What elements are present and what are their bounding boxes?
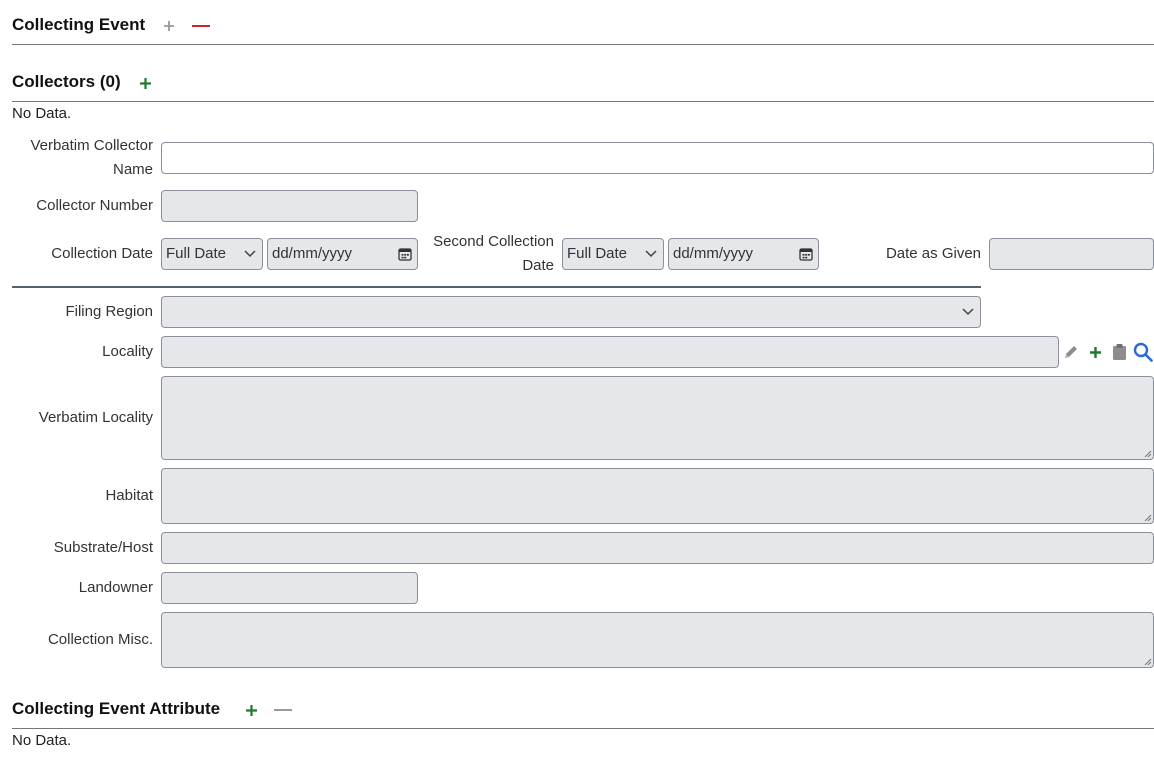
plus-icon: [245, 704, 257, 716]
edit-locality-button[interactable]: [1061, 342, 1081, 362]
collector-number-label: Collector Number: [36, 197, 153, 214]
collectors-no-data: No Data.: [12, 105, 72, 122]
habitat-textarea[interactable]: [161, 468, 1154, 524]
plus-icon: [139, 77, 151, 89]
collection-date-input[interactable]: dd/mm/yyyy: [267, 238, 418, 270]
search-icon: [1133, 342, 1153, 362]
divider: [12, 101, 1154, 102]
chevron-down-icon: [244, 239, 256, 269]
date-as-given-label: Date as Given: [885, 245, 981, 262]
verbatim-collector-name-label: Verbatim Collector Name: [30, 137, 153, 178]
resize-handle-icon[interactable]: [1144, 658, 1152, 666]
chevron-down-icon: [645, 239, 657, 269]
remove-collecting-event-button[interactable]: [190, 17, 212, 35]
collecting-event-attribute-title: Collecting Event Attribute: [12, 699, 221, 718]
collection-date-precision-select[interactable]: Full Date: [161, 238, 263, 270]
date-as-given-input[interactable]: [989, 238, 1154, 270]
collection-misc-textarea[interactable]: [161, 612, 1154, 668]
second-collection-date-label: Second Collection Date: [433, 233, 554, 274]
clipboard-icon: [1112, 344, 1126, 360]
minus-icon: [274, 709, 292, 711]
calendar-icon[interactable]: [799, 239, 813, 269]
plus-icon: [1089, 346, 1101, 358]
search-locality-button[interactable]: [1132, 341, 1154, 363]
add-collector-button[interactable]: [137, 74, 153, 92]
second-collection-date-input[interactable]: dd/mm/yyyy: [668, 238, 819, 270]
verbatim-collector-name-input[interactable]: [161, 142, 1154, 174]
paste-locality-button[interactable]: [1109, 342, 1129, 362]
filing-region-select[interactable]: [161, 296, 981, 328]
second-collection-date-precision-select[interactable]: Full Date: [562, 238, 664, 270]
divider: [12, 286, 981, 288]
substrate-host-label: Substrate/Host: [53, 539, 153, 556]
landowner-label: Landowner: [78, 579, 153, 596]
resize-handle-icon[interactable]: [1144, 450, 1152, 458]
add-locality-button[interactable]: [1085, 342, 1105, 362]
collection-misc-label: Collection Misc.: [47, 631, 153, 648]
collector-number-input[interactable]: [161, 190, 418, 222]
calendar-icon[interactable]: [398, 239, 412, 269]
plus-icon: [164, 21, 174, 31]
add-collecting-event-button[interactable]: [161, 17, 177, 35]
locality-label: Locality: [102, 343, 153, 360]
collectors-title: Collectors (0): [12, 72, 121, 91]
filing-region-label: Filing Region: [65, 303, 153, 320]
habitat-label: Habitat: [105, 487, 153, 504]
divider: [12, 728, 1154, 729]
verbatim-locality-label: Verbatim Locality: [38, 409, 153, 426]
substrate-host-input[interactable]: [161, 532, 1154, 564]
verbatim-locality-textarea[interactable]: [161, 376, 1154, 460]
minus-icon: [192, 25, 210, 27]
collecting-event-title: Collecting Event: [12, 15, 146, 34]
collection-date-label: Collection Date: [51, 245, 153, 262]
landowner-input[interactable]: [161, 572, 418, 604]
pencil-icon: [1065, 346, 1077, 358]
locality-input[interactable]: [161, 336, 1059, 368]
add-attribute-button[interactable]: [243, 701, 259, 719]
attribute-no-data: No Data.: [12, 732, 72, 749]
chevron-down-icon: [962, 297, 974, 327]
remove-attribute-button[interactable]: [273, 701, 293, 719]
resize-handle-icon[interactable]: [1144, 514, 1152, 522]
divider: [12, 44, 1154, 45]
